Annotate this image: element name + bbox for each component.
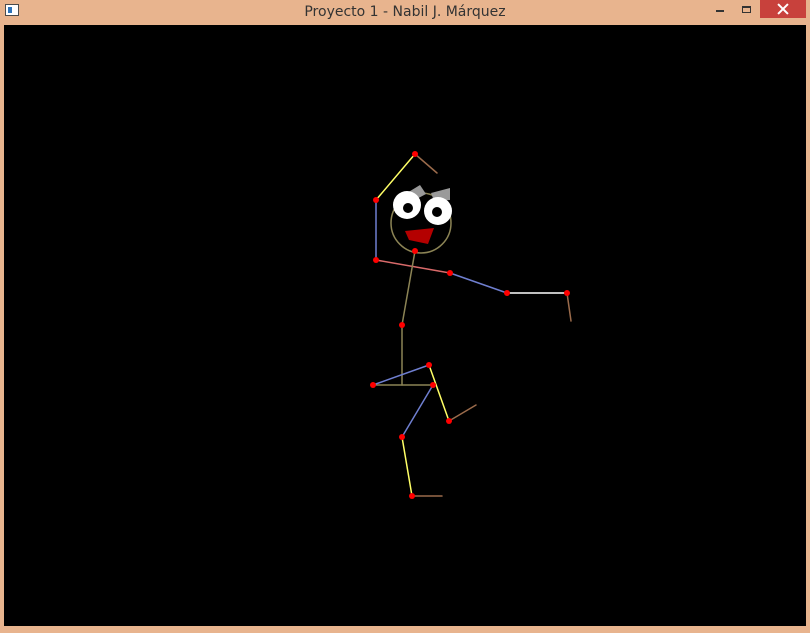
joint-right-elbow <box>504 290 510 296</box>
joint-neck <box>412 248 418 254</box>
neck-line <box>401 250 416 326</box>
joint-right-knee <box>399 434 405 440</box>
minimize-icon <box>715 10 724 12</box>
left-hand-line <box>414 153 438 174</box>
joint-left-ankle <box>446 418 452 424</box>
joint-left-knee <box>426 362 432 368</box>
left-eye-pupil <box>403 203 413 213</box>
joint-left-elbow <box>373 197 379 203</box>
close-button[interactable] <box>760 0 806 18</box>
joint-left-hand <box>412 151 418 157</box>
right-hand-line <box>566 292 572 322</box>
application-window: Proyecto 1 - Nabil J. Márquez <box>0 0 810 633</box>
maximize-button[interactable] <box>733 0 760 18</box>
window-app-icon[interactable] <box>5 4 19 16</box>
face <box>390 185 452 254</box>
drawing-canvas[interactable] <box>4 25 806 626</box>
left-thigh-line <box>372 364 430 386</box>
left-foot-line <box>448 404 477 422</box>
joint-right-wrist <box>564 290 570 296</box>
joint-chest <box>399 322 405 328</box>
maximize-icon <box>742 5 751 13</box>
right-eye-pupil <box>432 207 442 217</box>
joint-left-hip <box>370 382 376 388</box>
left-shin-line <box>428 364 450 422</box>
mouth-icon <box>405 228 434 244</box>
joint-right-shoulder <box>447 270 453 276</box>
stick-figure-scene <box>370 151 572 499</box>
window-title: Proyecto 1 - Nabil J. Márquez <box>304 4 506 20</box>
joint-right-hip <box>430 382 436 388</box>
joint-right-ankle <box>409 493 415 499</box>
shoulder-line-right <box>449 272 508 294</box>
joint-left-shoulder <box>373 257 379 263</box>
right-thigh-line <box>401 384 434 438</box>
minimize-button[interactable] <box>706 0 733 18</box>
window-titlebar[interactable]: Proyecto 1 - Nabil J. Márquez <box>0 0 810 24</box>
right-shin-line <box>401 436 413 497</box>
close-icon <box>777 3 789 15</box>
